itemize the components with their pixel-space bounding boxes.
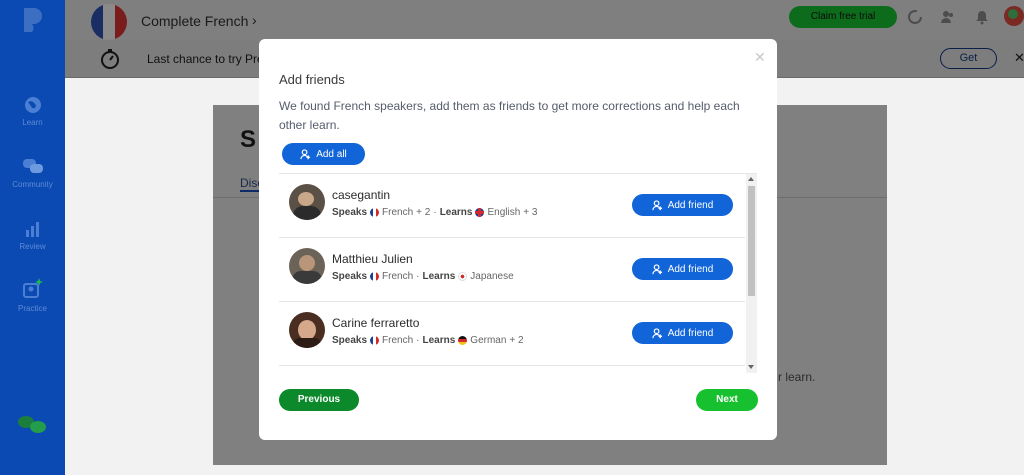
speaks-more: + 2 — [416, 207, 431, 218]
sidebar-item-label: Practice — [18, 304, 47, 313]
add-friend-button[interactable]: Add friend — [632, 258, 733, 280]
learns-label: Learns — [422, 335, 456, 346]
chat-bubbles-icon — [22, 159, 43, 173]
promo-text: Last chance to try Pre — [147, 52, 264, 66]
course-flag-icon[interactable] — [91, 4, 127, 40]
avatar[interactable] — [289, 248, 325, 284]
add-friend-label: Add friend — [667, 199, 714, 211]
separator: · — [433, 207, 437, 218]
friend-languages: Speaks French · Learns Japanese — [332, 271, 514, 282]
globe-icon — [24, 97, 41, 113]
learns-more: + 3 — [523, 207, 538, 218]
friend-languages: Speaks French + 2 · Learns English + 3 — [332, 207, 537, 218]
get-button[interactable]: Get — [940, 48, 997, 69]
modal-close-icon[interactable]: ✕ — [754, 49, 766, 66]
friend-name[interactable]: Matthieu Julien — [332, 252, 413, 266]
speaks-language: French — [382, 335, 414, 346]
next-button[interactable]: Next — [696, 389, 758, 411]
france-flag-icon — [370, 208, 380, 217]
sidebar-item-community[interactable]: Community — [0, 158, 65, 189]
list-item: Matthieu Julien Speaks French · Learns J… — [279, 238, 745, 302]
uk-flag-icon — [475, 208, 485, 217]
friends-icon[interactable] — [940, 9, 956, 25]
busuu-logo[interactable] — [20, 6, 46, 32]
list-scrollbar[interactable] — [746, 174, 757, 373]
help-chat-icon[interactable] — [16, 414, 48, 436]
previous-button[interactable]: Previous — [279, 389, 359, 411]
list-item: Carine ferraretto Speaks French · Learns… — [279, 302, 745, 366]
add-all-label: Add all — [316, 148, 347, 160]
notification-bell-icon[interactable] — [974, 9, 990, 25]
learns-language: Japanese — [470, 271, 514, 282]
stopwatch-icon — [101, 49, 119, 69]
sidebar-item-label: Review — [19, 242, 46, 251]
sidebar-item-label: Learn — [22, 118, 43, 127]
modal-title: Add friends — [279, 72, 345, 87]
learns-more: + 2 — [509, 335, 524, 346]
speaks-language: French — [382, 207, 414, 218]
speaks-label: Speaks — [332, 271, 368, 282]
claim-free-trial-button[interactable]: Claim free trial — [789, 6, 897, 28]
background-text: r learn. — [778, 370, 816, 384]
add-user-icon — [652, 263, 662, 274]
learns-language: English — [487, 207, 521, 218]
sidebar-item-review[interactable]: Review — [0, 220, 65, 251]
sidebar: Learn Community Review Practice — [0, 0, 65, 475]
avatar[interactable] — [289, 312, 325, 348]
scrollbar-thumb[interactable] — [748, 186, 755, 296]
add-user-icon — [300, 148, 311, 159]
separator: · — [416, 335, 420, 346]
page-title: S — [240, 126, 257, 153]
add-friend-button[interactable]: Add friend — [632, 322, 733, 344]
sidebar-item-practice[interactable]: Practice — [0, 276, 65, 313]
add-friend-label: Add friend — [667, 327, 714, 339]
user-avatar[interactable] — [1004, 6, 1024, 26]
speaks-language: French — [382, 271, 414, 282]
close-icon[interactable]: ✕ — [1014, 50, 1024, 66]
add-user-icon — [652, 199, 662, 210]
speaks-label: Speaks — [332, 207, 368, 218]
add-all-button[interactable]: Add all — [282, 143, 365, 165]
bar-chart-icon — [25, 222, 39, 237]
learns-label: Learns — [439, 207, 473, 218]
avatar[interactable] — [289, 184, 325, 220]
streak-icon[interactable] — [907, 9, 923, 25]
learns-language: German — [470, 335, 507, 346]
friend-suggestions-list[interactable]: casegantin Speaks French + 2 · Learns En… — [279, 173, 757, 373]
scroll-up-arrow-icon[interactable] — [748, 177, 754, 181]
friend-name[interactable]: Carine ferraretto — [332, 316, 419, 330]
france-flag-icon — [370, 272, 380, 281]
japan-flag-icon — [458, 272, 468, 281]
add-friend-label: Add friend — [667, 263, 714, 275]
friend-languages: Speaks French · Learns German + 2 — [332, 335, 524, 346]
germany-flag-icon — [458, 336, 468, 345]
sidebar-item-learn[interactable]: Learn — [0, 96, 65, 127]
list-item: casegantin Speaks French + 2 · Learns En… — [279, 174, 745, 238]
course-title[interactable]: Complete French — [141, 13, 248, 29]
sidebar-item-label: Community — [12, 180, 53, 189]
chevron-right-icon[interactable]: › — [252, 12, 257, 28]
add-user-icon — [652, 327, 662, 338]
learns-label: Learns — [422, 271, 456, 282]
add-friend-button[interactable]: Add friend — [632, 194, 733, 216]
separator: · — [416, 271, 420, 282]
modal-description: We found French speakers, add them as fr… — [279, 99, 740, 132]
france-flag-icon — [370, 336, 380, 345]
practice-icon — [22, 278, 43, 298]
speaks-label: Speaks — [332, 335, 368, 346]
scroll-down-arrow-icon[interactable] — [748, 365, 754, 369]
friend-name[interactable]: casegantin — [332, 188, 390, 202]
